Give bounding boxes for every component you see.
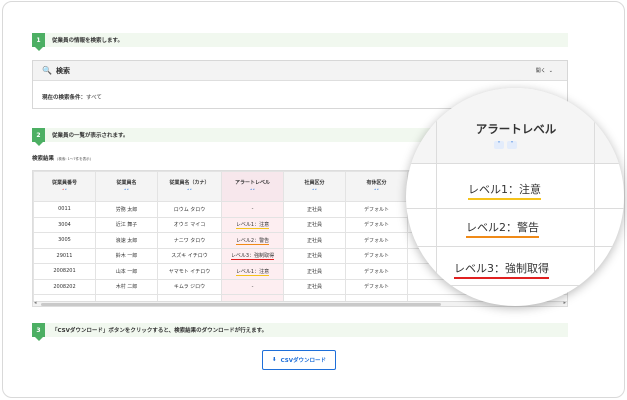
alert-level-text: レベル1：注意 — [235, 222, 270, 230]
cell-employee-name: 労務 太郎 — [95, 201, 158, 218]
step-number: 1 — [32, 33, 45, 51]
scrollbar-thumb[interactable] — [41, 303, 441, 306]
cell-leave-type: デフォルト — [345, 263, 408, 280]
cell-employee-type: 正社員 — [283, 278, 346, 295]
cell-employee-type: 正社員 — [283, 201, 346, 218]
search-condition-value: すべて — [86, 95, 102, 101]
alert-level-text: レベル3：強制取得 — [230, 253, 275, 261]
zoom-grid-line — [406, 246, 624, 247]
step-text: 従業員の情報を検索します。 — [52, 38, 123, 44]
cell-employee-kana: オウミ マイコ — [157, 216, 222, 233]
cell-employee-type: 正社員 — [283, 232, 346, 249]
sort-icon[interactable]: ˄˅ — [158, 189, 221, 195]
cell-employee-id: 2008201 — [33, 263, 96, 280]
cell-employee-type: 正社員 — [283, 263, 346, 280]
step-3-banner: 3 「CSVダウンロード」ボタンをクリックすると、検索結果のダウンロードが行えま… — [32, 323, 568, 341]
step-number: 2 — [32, 128, 45, 146]
cell-employee-kana: ナニワ タロウ — [157, 232, 222, 249]
column-header-employee-id[interactable]: 従業員番号 ˄˅ — [33, 171, 96, 202]
step-text: 従業員の一覧が表示されます。 — [52, 133, 129, 139]
results-count-note: (検索: 1～7件を表示) — [57, 157, 91, 161]
zoom-grid-line — [436, 88, 437, 306]
cell-leave-type: デフォルト — [345, 201, 408, 218]
cell-alert-level: レベル1：注意 — [221, 216, 284, 233]
search-toggle-button[interactable]: 開く ⌄ — [535, 67, 553, 75]
search-panel-header[interactable]: 🔍 検索 開く ⌄ — [33, 61, 567, 81]
cell-alert-level: - — [221, 278, 284, 295]
column-header-employee-name[interactable]: 従業員名 ˄˅ — [95, 171, 158, 202]
cell-leave-type: デフォルト — [345, 278, 408, 295]
zoom-grid-line — [406, 163, 624, 164]
cell-employee-kana: キムラ ジロウ — [157, 278, 222, 295]
download-icon: ⬇ — [272, 357, 277, 363]
zoom-sort-controls[interactable]: ˄ ˅ — [494, 141, 517, 149]
cell-employee-id: 3004 — [33, 216, 96, 233]
zoom-grid-line — [594, 88, 595, 306]
cell-employee-id: 3005 — [33, 232, 96, 249]
sort-icon[interactable]: ˄˅ — [34, 189, 95, 195]
cell-employee-kana: ヤマモト イチロウ — [157, 263, 222, 280]
alert-level-text: レベル2：警告 — [235, 237, 270, 245]
sort-icon[interactable]: ˄˅ — [96, 189, 157, 195]
step-number: 3 — [32, 323, 45, 341]
cell-employee-type: 正社員 — [283, 216, 346, 233]
cell-leave-type: デフォルト — [345, 216, 408, 233]
sort-icon[interactable]: ˄˅ — [284, 189, 345, 195]
cell-alert-level: レベル2：警告 — [221, 232, 284, 249]
cell-employee-kana: スズキ イチロウ — [157, 247, 222, 264]
cell-employee-id: 29011 — [33, 247, 96, 264]
sort-icon[interactable]: ˄˅ — [346, 189, 407, 195]
results-title: 検索結果 (検索: 1～7件を表示) — [32, 154, 91, 162]
zoom-level-1-cell: レベル1：注意 — [468, 181, 541, 200]
zoom-level-3-cell: レベル3：強制取得 — [454, 260, 549, 279]
step-text: 「CSVダウンロード」ボタンをクリックすると、検索結果のダウンロードが行えます。 — [52, 328, 268, 334]
search-condition-label: 現在の検索条件： — [42, 95, 87, 101]
sort-descending-icon[interactable]: ˅ — [507, 141, 517, 149]
scroll-right-icon[interactable]: ▸ — [563, 300, 566, 306]
cell-employee-type: 正社員 — [283, 247, 346, 264]
zoom-grid-line — [406, 285, 624, 286]
cell-alert-level: レベル1：注意 — [221, 263, 284, 280]
results-title-text: 検索結果 — [32, 156, 55, 162]
column-header-leave-type[interactable]: 有休区分 ˄˅ — [345, 171, 408, 202]
csv-download-button[interactable]: ⬇ CSVダウンロード — [262, 350, 336, 370]
zoom-grid-line — [406, 208, 624, 209]
csv-download-label: CSVダウンロード — [280, 358, 326, 364]
cell-employee-id: 2008202 — [33, 278, 96, 295]
cell-employee-id: 0011 — [33, 201, 96, 218]
column-header-employee-kana[interactable]: 従業員名（カナ） ˄˅ — [157, 171, 222, 202]
search-condition: 現在の検索条件：すべて — [42, 93, 102, 101]
zoom-column-header: アラートレベル — [475, 122, 557, 136]
alert-level-zoom-callout: アラートレベル ˄ ˅ レベル1：注意 レベル2：警告 レベル3：強制取得 — [406, 88, 624, 306]
toggle-label: 開く — [535, 68, 546, 74]
alert-level-text: レベル1：注意 — [235, 268, 270, 276]
cell-employee-name: 浪速 太郎 — [95, 232, 158, 249]
step-1-banner: 1 従業員の情報を検索します。 — [32, 33, 568, 51]
cell-alert-level: - — [221, 201, 284, 218]
sort-icon[interactable]: ˄˅ — [222, 189, 283, 195]
cell-employee-kana: ロウム タロウ — [157, 201, 222, 218]
chevron-down-icon: ⌄ — [548, 67, 553, 74]
search-title: 検索 — [55, 66, 70, 75]
cell-employee-name: 鈴木 一郎 — [95, 247, 158, 264]
zoom-level-2-cell: レベル2：警告 — [466, 219, 539, 238]
cell-leave-type: デフォルト — [345, 247, 408, 264]
column-header-employee-type[interactable]: 社員区分 ˄˅ — [283, 171, 346, 202]
cell-employee-name: 近江 舞子 — [95, 216, 158, 233]
search-icon: 🔍 — [42, 66, 52, 75]
sort-ascending-icon[interactable]: ˄ — [494, 141, 504, 149]
cell-alert-level: レベル3：強制取得 — [221, 247, 284, 264]
cell-employee-name: 山本 一郎 — [95, 263, 158, 280]
scroll-left-icon[interactable]: ◂ — [34, 300, 37, 306]
column-header-alert-level[interactable]: アラートレベル ˄˅ — [221, 171, 284, 202]
cell-employee-name: 木村 二郎 — [95, 278, 158, 295]
cell-leave-type: デフォルト — [345, 232, 408, 249]
